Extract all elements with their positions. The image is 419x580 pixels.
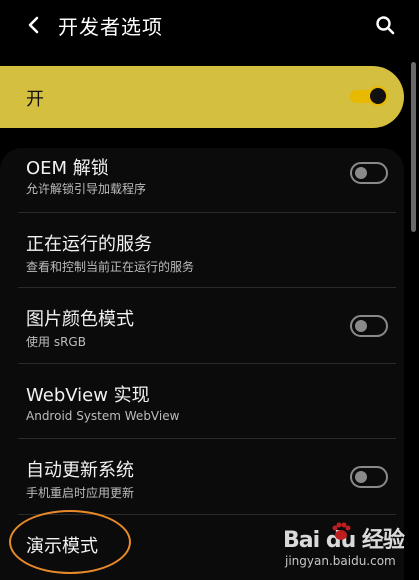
toggle-thumb (355, 167, 367, 179)
setting-subtitle: 手机重启时应用更新 (26, 486, 135, 500)
watermark-url: jingyan.baidu.com (285, 554, 396, 568)
baidu-jingyan-watermark: Bai du 经验 jingyan.baidu.com (283, 522, 413, 576)
setting-subtitle: 使用 sRGB (26, 335, 86, 349)
setting-webview-implementation[interactable]: WebView 实现 Android System WebView (0, 364, 404, 439)
picture-color-mode-toggle[interactable] (350, 315, 388, 337)
back-arrow-icon (28, 16, 39, 34)
toggle-thumb (355, 471, 367, 483)
setting-running-services[interactable]: 正在运行的服务 查看和控制当前正在运行的服务 (0, 213, 404, 288)
developer-options-screen: 开发者选项 开 OEM 解锁 允许解锁引导加载程序 正在运行的服务 查看和控制当… (0, 0, 419, 580)
setting-title: OEM 解锁 (26, 158, 109, 179)
setting-oem-unlock[interactable]: OEM 解锁 允许解锁引导加载程序 (0, 148, 404, 213)
setting-title: 图片颜色模式 (26, 309, 134, 330)
setting-picture-color-mode[interactable]: 图片颜色模式 使用 sRGB (0, 288, 404, 364)
back-button[interactable] (18, 9, 50, 41)
auto-system-update-toggle[interactable] (350, 466, 388, 488)
search-button[interactable] (369, 9, 401, 41)
setting-subtitle: 允许解锁引导加载程序 (26, 182, 147, 196)
scrollbar[interactable] (411, 62, 416, 232)
baidu-paw-icon (332, 522, 351, 540)
toggle-thumb (355, 320, 367, 332)
master-toggle[interactable] (350, 86, 388, 106)
setting-title: 演示模式 (26, 536, 98, 557)
settings-list: OEM 解锁 允许解锁引导加载程序 正在运行的服务 查看和控制当前正在运行的服务… (0, 148, 404, 580)
setting-title: 自动更新系统 (26, 460, 134, 481)
toggle-thumb (368, 86, 388, 106)
setting-title: WebView 实现 (26, 385, 150, 406)
search-icon (376, 16, 395, 35)
master-switch-card[interactable]: 开 (0, 66, 404, 128)
setting-title: 正在运行的服务 (26, 234, 152, 255)
setting-subtitle: Android System WebView (26, 409, 180, 423)
oem-unlock-toggle[interactable] (350, 162, 388, 184)
setting-subtitle: 查看和控制当前正在运行的服务 (26, 260, 195, 274)
setting-auto-system-update[interactable]: 自动更新系统 手机重启时应用更新 (0, 439, 404, 515)
top-app-bar: 开发者选项 (0, 0, 419, 50)
page-title: 开发者选项 (58, 15, 163, 39)
master-switch-label: 开 (26, 89, 44, 110)
